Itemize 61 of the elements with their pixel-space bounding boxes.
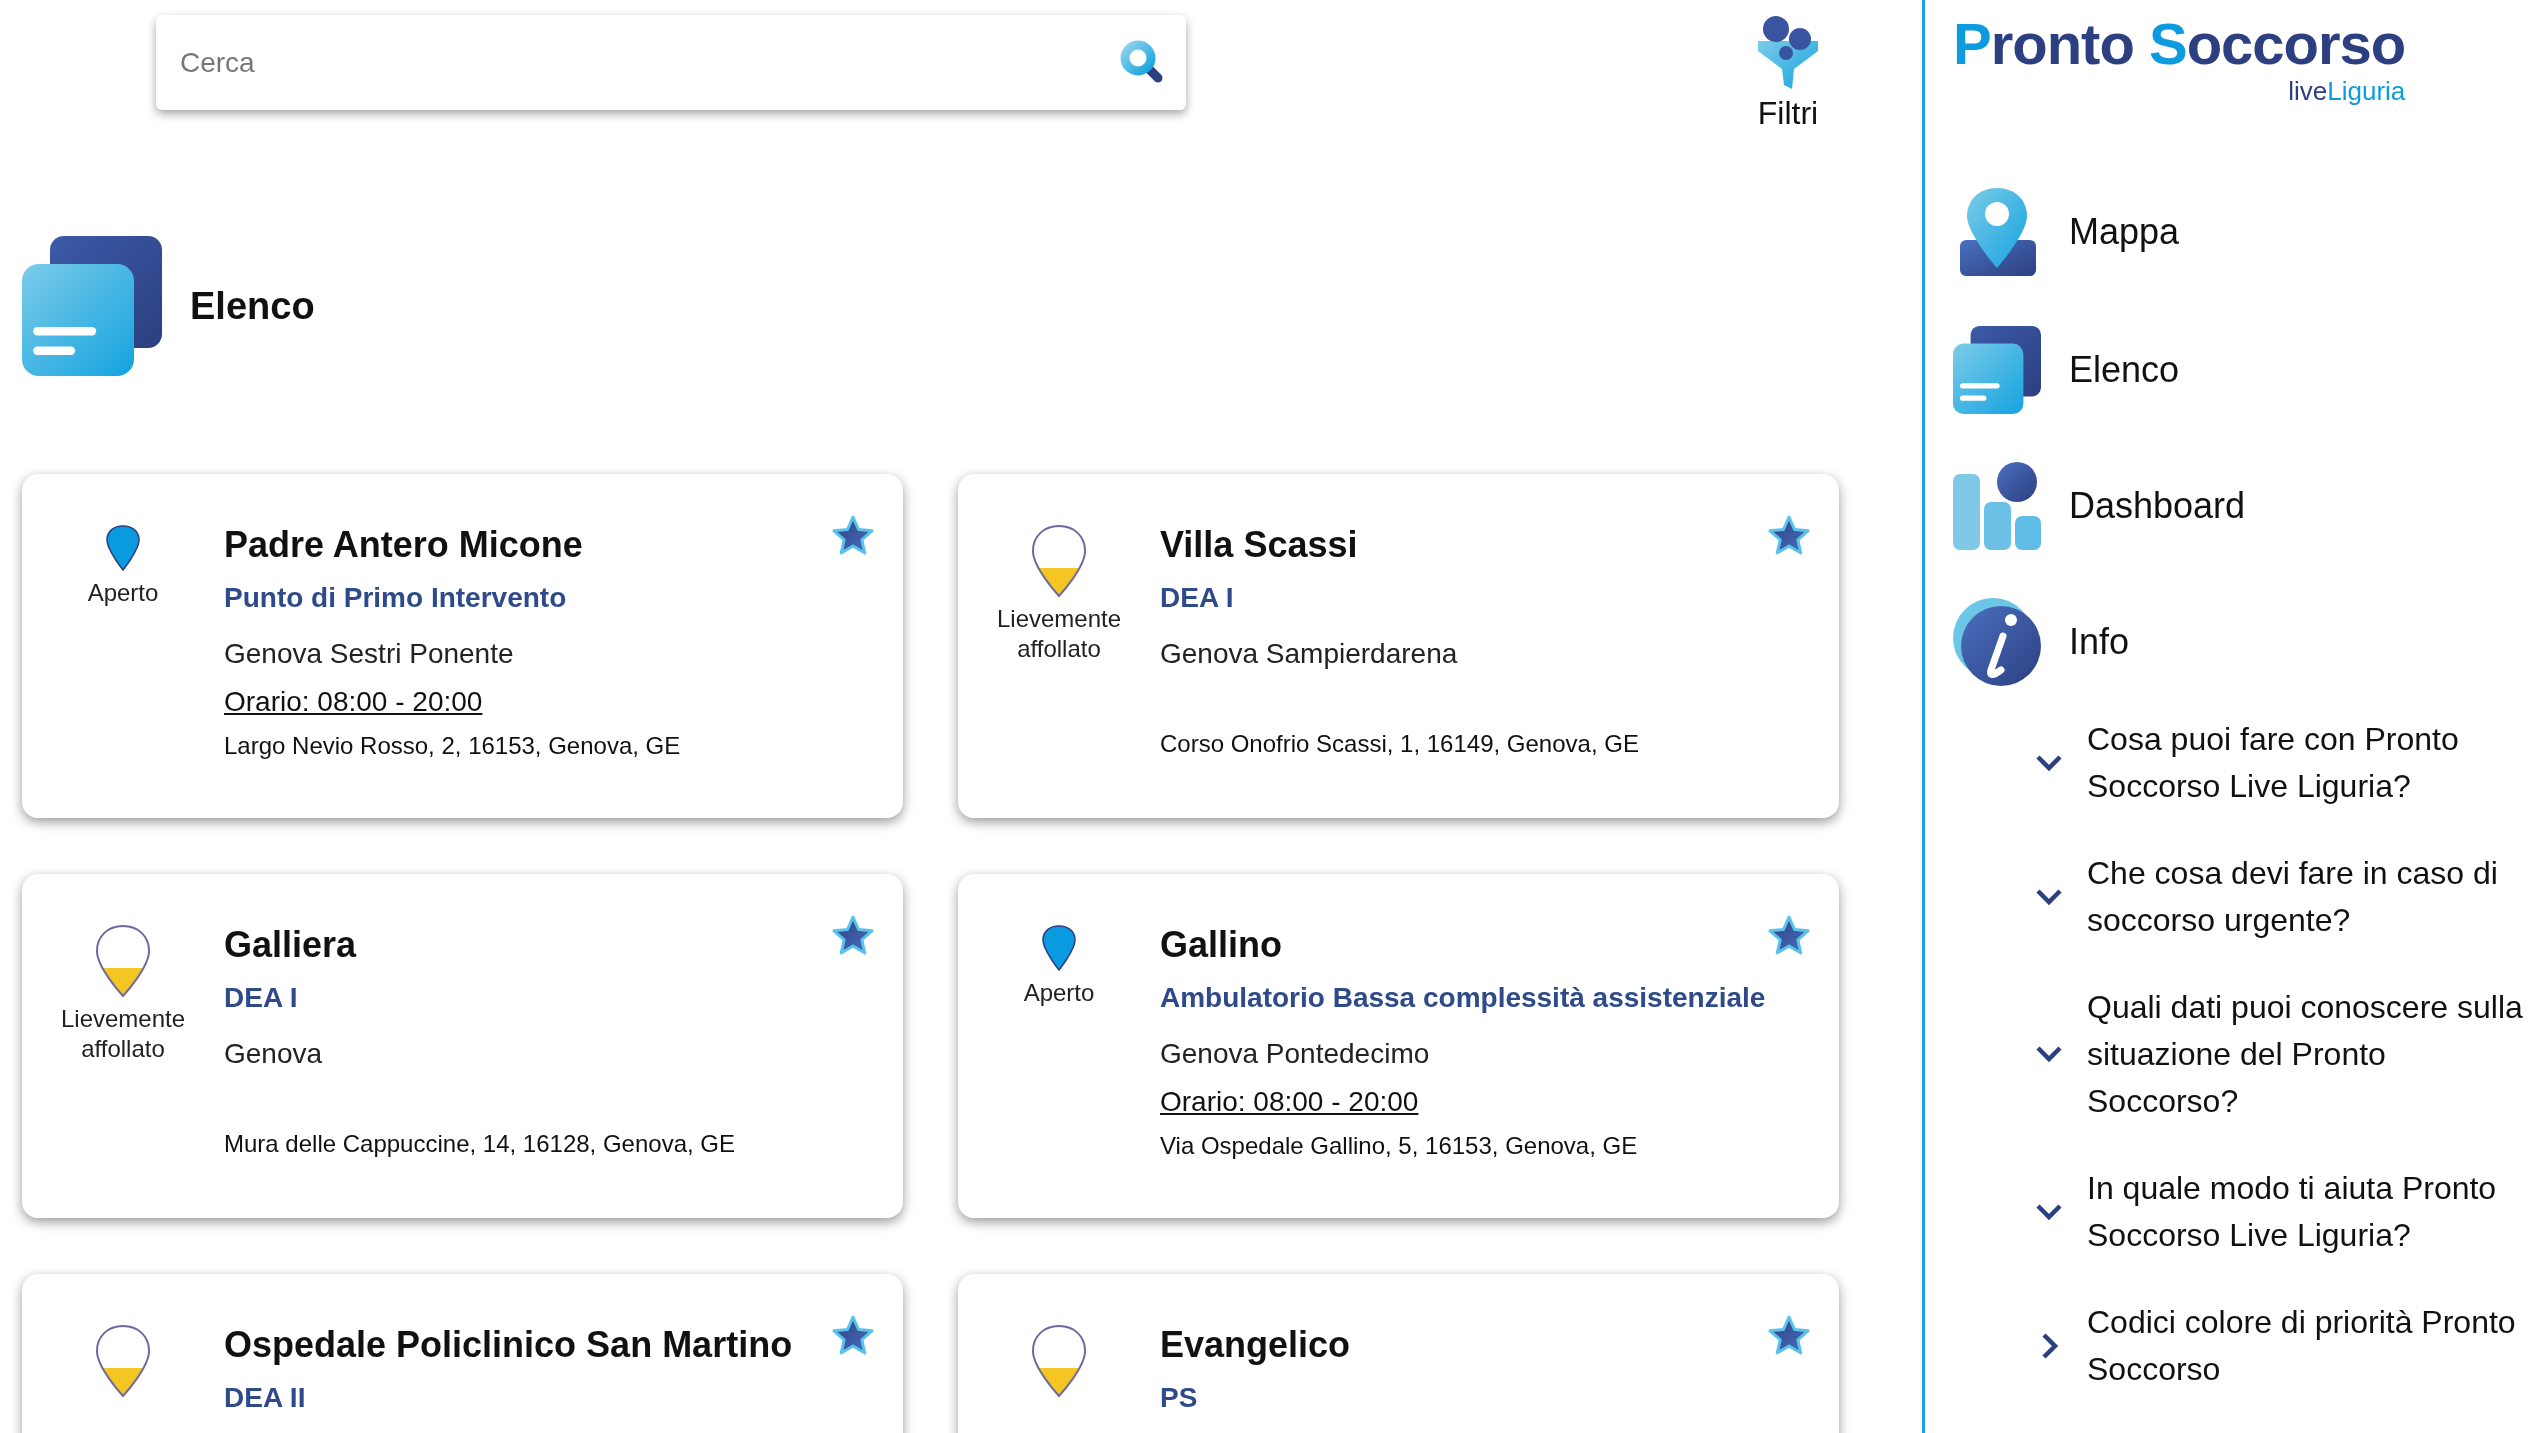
faq-item[interactable]: Quali dati puoi conoscere sulla situazione del Pronto Soccorso?: [2035, 983, 2545, 1125]
half-filled-pin-icon: [95, 924, 151, 998]
dashboard-chart-icon: [1953, 461, 2041, 550]
list-cards-icon: [1953, 325, 2041, 414]
search-field[interactable]: Cerca: [156, 15, 1186, 110]
half-filled-pin-icon: [1031, 524, 1087, 598]
address-text: Corso Onofrio Scassi, 1, 16149, Genova, GE: [1160, 730, 1639, 758]
location-text: Genova Sestri Ponente: [224, 638, 514, 670]
hospital-card[interactable]: Ospedale Policlinico San Martino DEA II: [22, 1274, 903, 1433]
facility-type: PS: [1160, 1382, 1198, 1414]
location-text: Genova: [224, 1038, 323, 1070]
chevron-down-icon: [2035, 1202, 2063, 1221]
info-icon: [1953, 597, 2041, 686]
nav-item[interactable]: Info: [1953, 597, 2547, 686]
half-filled-pin-icon: [95, 1324, 151, 1398]
hospital-card[interactable]: Lievemente affollato Galliera DEA I Genova Mura delle Cappuccine, 14, 16128, Genova, GE: [22, 874, 903, 1218]
chevron-down-icon: [2035, 1045, 2063, 1064]
faq-item[interactable]: In quale modo ti aiuta Pronto Soccorso Live Liguria?: [2035, 1164, 2545, 1259]
status-label: Aperto: [1022, 978, 1096, 1008]
address-text: Via Ospedale Gallino, 5, 16153, Genova, GE: [1160, 1132, 1638, 1160]
chevron-down-icon: [2035, 887, 2063, 906]
hospital-card[interactable]: Aperto Padre Antero Micone Punto di Primo Intervento Genova Sestri Ponente Orario: 08:00 - 20:00 Largo Nevio Rosso, 2, 16153, Genova, GE: [22, 474, 903, 818]
list-cards-icon: [22, 236, 162, 376]
nav-item[interactable]: Mappa: [1953, 185, 2547, 278]
filter-funnel-icon: [1756, 15, 1820, 89]
location-text: Genova Sampierdarena: [1160, 638, 1458, 670]
search-icon: [1120, 40, 1164, 84]
chevron-down-icon: [2035, 753, 2063, 772]
faq-item[interactable]: Che cosa devi fare in caso di soccorso urgente?: [2035, 849, 2545, 944]
hospital-name: Padre Antero Micone: [224, 524, 583, 567]
faq-item[interactable]: Cosa puoi fare con Pronto Soccorso Live Liguria?: [2035, 715, 2545, 810]
map-pin-icon: [105, 524, 141, 572]
hospital-name: Gallino: [1160, 924, 1282, 967]
facility-type: DEA II: [224, 1382, 306, 1414]
hospital-name: Villa Scassi: [1160, 524, 1358, 567]
faq-item[interactable]: Codici colore di priorità Pronto Soccorso: [2035, 1298, 2545, 1393]
hospital-name: Galliera: [224, 924, 357, 967]
map-pin-icon: [1041, 924, 1077, 972]
status-label: Aperto: [86, 578, 160, 608]
nav-item[interactable]: Dashboard: [1953, 461, 2547, 550]
facility-type: DEA I: [224, 982, 298, 1014]
hospital-name: Ospedale Policlinico San Martino: [224, 1324, 793, 1367]
location-text: Genova Pontedecimo: [1160, 1038, 1430, 1070]
facility-type: Ambulatorio Bassa complessità assistenziale: [1160, 982, 1766, 1014]
nav-item[interactable]: Elenco: [1953, 325, 2547, 414]
hospital-card[interactable]: Evangelico PS: [958, 1274, 1839, 1433]
app-logo: Pronto Soccorso liveLiguria: [1953, 12, 2406, 104]
filter-button[interactable]: Filtri: [1756, 15, 1820, 132]
hospital-card[interactable]: Aperto Gallino Ambulatorio Bassa complessità assistenziale Genova Pontedecimo Orario: 08:00 - 20:00 Via Ospedale Gallino, 5, 16153, Genova, GE: [958, 874, 1839, 1218]
hospital-name: Evangelico: [1160, 1324, 1351, 1367]
opening-hours-link[interactable]: Orario: 08:00 - 20:00: [224, 686, 483, 718]
opening-hours-link[interactable]: Orario: 08:00 - 20:00: [1160, 1086, 1419, 1118]
facility-type: DEA I: [1160, 582, 1234, 614]
facility-type: Punto di Primo Intervento: [224, 582, 567, 614]
address-text: Mura delle Cappuccine, 14, 16128, Genova, GE: [224, 1130, 735, 1158]
half-filled-pin-icon: [1031, 1324, 1087, 1398]
page-title: Elenco: [190, 284, 315, 328]
status-label: Lievemente affollato: [59, 1004, 187, 1064]
hospital-card[interactable]: Lievemente affollato Villa Scassi DEA I Genova Sampierdarena Corso Onofrio Scassi, 1, 16149, Genova, GE: [958, 474, 1839, 818]
status-label: Lievemente affollato: [995, 604, 1123, 664]
address-text: Largo Nevio Rosso, 2, 16153, Genova, GE: [224, 732, 681, 760]
